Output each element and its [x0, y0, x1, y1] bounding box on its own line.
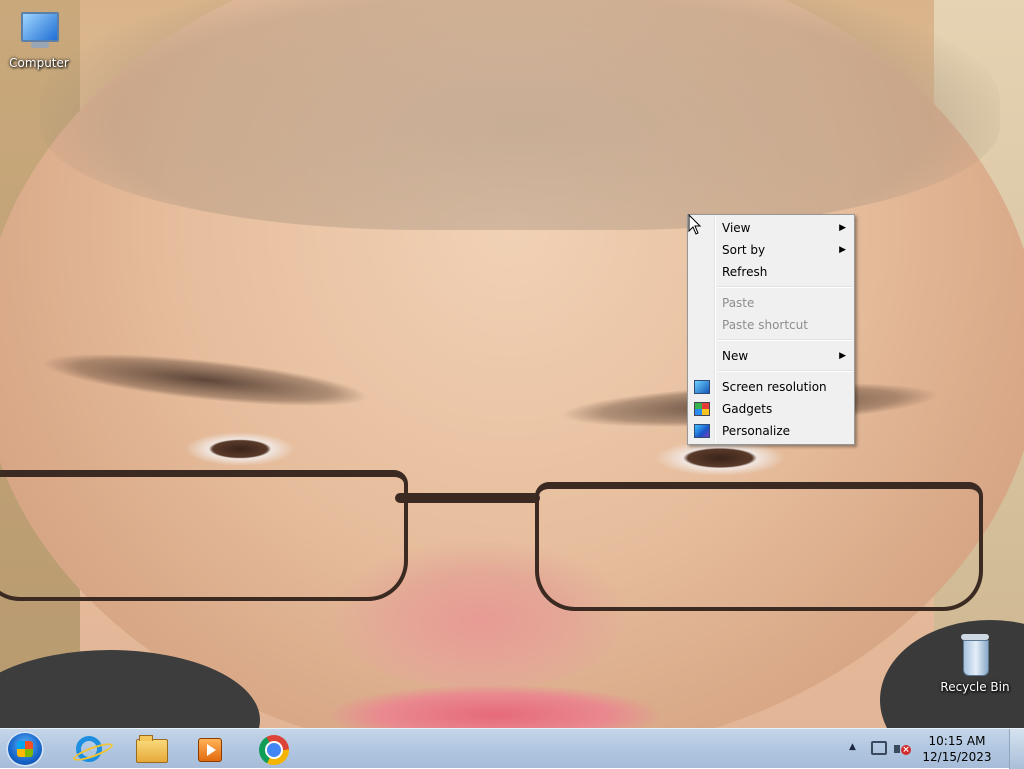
- wallpaper-glasses-bridge: [395, 493, 540, 503]
- clock-time: 10:15 AM: [928, 734, 986, 748]
- desktop-background[interactable]: Computer Recycle Bin View ▶ Sort by ▶ Re…: [0, 0, 1024, 728]
- menu-item-label: Paste shortcut: [722, 318, 808, 332]
- wallpaper-eye-left: [185, 432, 295, 466]
- clock[interactable]: 10:15 AM 12/15/2023: [916, 733, 998, 765]
- menu-item-refresh[interactable]: Refresh: [688, 261, 854, 283]
- start-button[interactable]: [6, 731, 44, 767]
- desktop-icon-label: Computer: [9, 56, 69, 70]
- gadgets-icon: [694, 402, 710, 416]
- show-hidden-icons-arrow-icon[interactable]: ▲: [849, 742, 856, 752]
- network-icon[interactable]: [871, 741, 887, 755]
- taskbar: ▲ × 10:15 AM 12/15/2023: [0, 728, 1024, 769]
- menu-separator: [718, 339, 852, 341]
- wallpaper-scalp: [40, 0, 1000, 230]
- menu-item-new[interactable]: New ▶: [688, 345, 854, 367]
- menu-item-paste: Paste: [688, 292, 854, 314]
- menu-item-gadgets[interactable]: Gadgets: [688, 398, 854, 420]
- desktop-context-menu: View ▶ Sort by ▶ Refresh Paste Paste sho…: [687, 214, 855, 445]
- menu-item-label: Refresh: [722, 265, 768, 279]
- chrome-icon: [259, 735, 289, 765]
- windows-logo-icon: [17, 741, 33, 757]
- submenu-arrow-icon: ▶: [839, 245, 846, 255]
- menu-item-label: Screen resolution: [722, 380, 827, 394]
- computer-icon: [17, 10, 61, 54]
- taskbar-chrome[interactable]: [246, 731, 302, 767]
- screen-resolution-icon: [694, 380, 710, 394]
- menu-item-label: Gadgets: [722, 402, 773, 416]
- submenu-arrow-icon: ▶: [839, 223, 846, 233]
- taskbar-media-player[interactable]: [182, 731, 238, 767]
- menu-item-personalize[interactable]: Personalize: [688, 420, 854, 442]
- menu-item-label: View: [722, 221, 751, 235]
- wallpaper-eye-right: [655, 440, 785, 476]
- clock-date: 12/15/2023: [922, 750, 992, 764]
- menu-separator: [718, 370, 852, 372]
- wallpaper-glasses-left-lens: [0, 470, 408, 601]
- menu-item-label: New: [722, 349, 749, 363]
- muted-indicator: ×: [901, 745, 911, 755]
- menu-item-label: Sort by: [722, 243, 766, 257]
- media-player-icon: [198, 738, 222, 762]
- wallpaper-glasses-right-lens: [535, 482, 983, 611]
- desktop-icon-recycle-bin[interactable]: Recycle Bin: [937, 632, 1013, 694]
- menu-item-screen-resolution[interactable]: Screen resolution: [688, 376, 854, 398]
- menu-item-label: Paste: [722, 296, 755, 310]
- menu-item-sort-by[interactable]: Sort by ▶: [688, 239, 854, 261]
- taskbar-internet-explorer[interactable]: [62, 731, 118, 767]
- volume-muted-icon[interactable]: ×: [894, 741, 911, 757]
- recycle-bin-icon: [955, 632, 995, 678]
- submenu-arrow-icon: ▶: [839, 351, 846, 361]
- desktop-icon-computer[interactable]: Computer: [1, 10, 77, 70]
- file-explorer-icon: [136, 735, 168, 763]
- internet-explorer-icon: [76, 736, 102, 762]
- desktop-icon-label: Recycle Bin: [940, 680, 1010, 694]
- menu-item-label: Personalize: [722, 424, 791, 438]
- menu-item-view[interactable]: View ▶: [688, 217, 854, 239]
- taskbar-file-explorer[interactable]: [122, 731, 178, 767]
- menu-item-paste-shortcut: Paste shortcut: [688, 314, 854, 336]
- show-desktop-button[interactable]: [1009, 729, 1024, 769]
- menu-separator: [718, 286, 852, 288]
- personalize-icon: [694, 424, 710, 438]
